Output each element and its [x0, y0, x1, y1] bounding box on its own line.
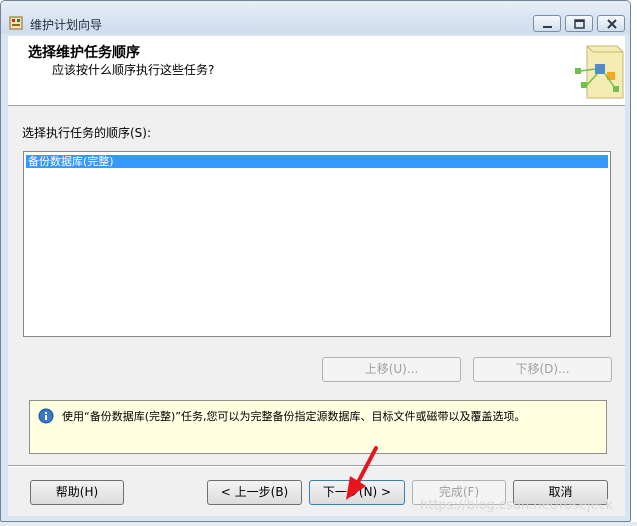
background-strip-bottom — [0, 522, 637, 526]
page-title: 选择维护任务顺序 — [28, 45, 140, 61]
red-arrow-annotation — [346, 446, 378, 500]
move-down-button[interactable]: 下移(D)... — [473, 357, 612, 382]
footer-divider — [8, 465, 625, 467]
close-icon — [607, 19, 617, 29]
wizard-window: 维护计划向导 选择维护任务顺序 应该按什么顺序执行这些任务? 选择执行任务的顺序… — [0, 0, 631, 522]
watermark: https://blog.csdn.net/rosejeck — [420, 498, 614, 513]
wizard-header: 选择维护任务顺序 应该按什么顺序执行这些任务? — [8, 36, 625, 106]
task-description-box: 使用“备份数据库(完整)”任务,您可以为完整备份指定源数据库、目标文件或磁带以及… — [29, 400, 607, 454]
wizard-header-icon — [575, 45, 624, 99]
task-order-list[interactable]: 备份数据库(完整) — [23, 151, 611, 337]
task-description-text: 使用“备份数据库(完整)”任务,您可以为完整备份指定源数据库、目标文件或磁带以及… — [62, 410, 526, 423]
list-item[interactable]: 备份数据库(完整) — [26, 155, 608, 168]
page-subtitle: 应该按什么顺序执行这些任务? — [52, 63, 215, 77]
help-button[interactable]: 帮助(H) — [30, 480, 124, 505]
maximize-icon — [574, 19, 585, 29]
title-bar[interactable]: 维护计划向导 — [1, 1, 630, 34]
wizard-client-area: 选择维护任务顺序 应该按什么顺序执行这些任务? 选择执行任务的顺序(S): 备份… — [8, 36, 625, 516]
task-order-label: 选择执行任务的顺序(S): — [22, 126, 152, 140]
back-button[interactable]: < 上一步(B) — [207, 480, 302, 505]
minimize-icon — [543, 26, 552, 28]
minimize-button[interactable] — [533, 15, 561, 32]
move-up-button[interactable]: 上移(U)... — [322, 357, 461, 382]
maximize-button[interactable] — [565, 15, 593, 32]
background-strip — [631, 0, 637, 526]
window-title: 维护计划向导 — [30, 18, 103, 32]
close-button[interactable] — [597, 15, 625, 32]
info-icon — [38, 408, 54, 424]
app-icon — [9, 16, 23, 30]
